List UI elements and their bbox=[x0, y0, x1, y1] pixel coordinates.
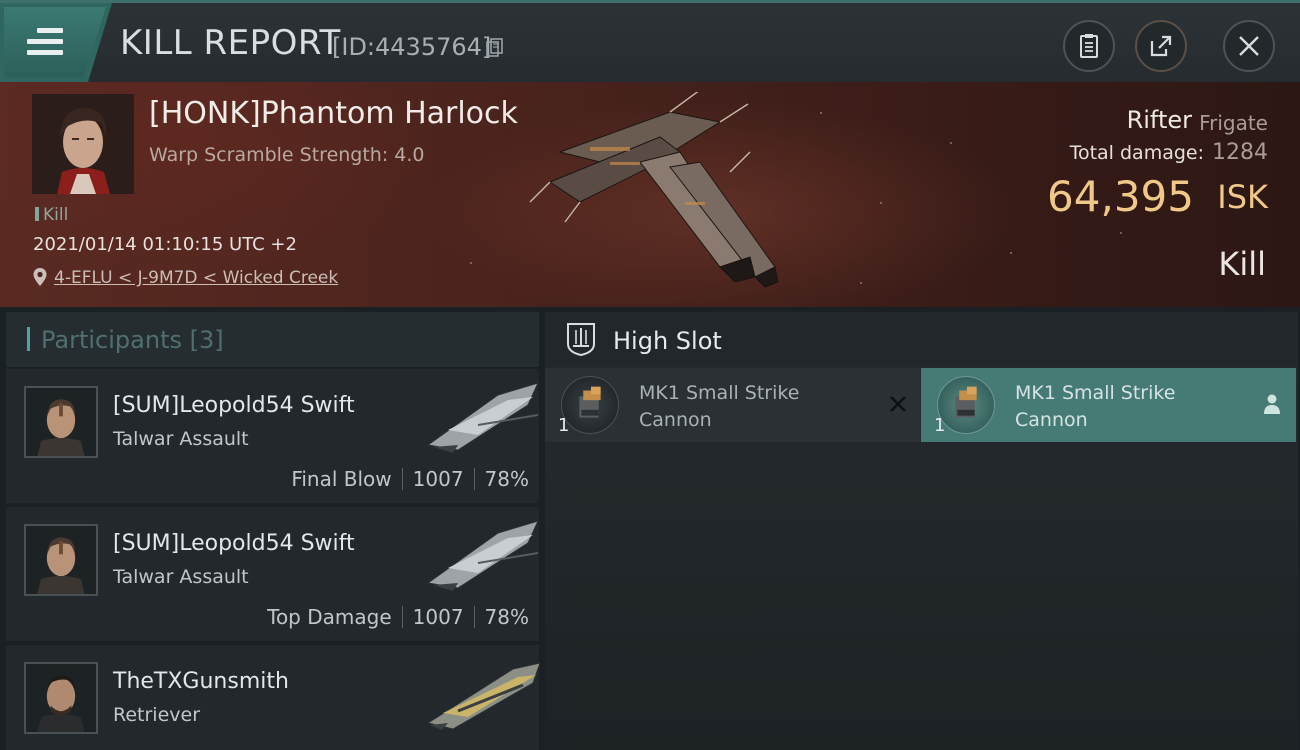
avatar[interactable] bbox=[24, 386, 98, 458]
participants-title: Participants [3] bbox=[41, 326, 224, 354]
participant-stats: Top Damage 1007 78% bbox=[267, 605, 529, 629]
location-pin-icon bbox=[33, 268, 47, 286]
participant-stats: Final Blow 1007 78% bbox=[291, 467, 529, 491]
menu-button[interactable] bbox=[0, 3, 112, 82]
report-id: [ID:4435764] bbox=[332, 33, 492, 61]
share-button[interactable] bbox=[1135, 20, 1187, 72]
high-slot-header: High Slot bbox=[545, 312, 1298, 367]
victim-ship-name: Rifter bbox=[1126, 106, 1192, 134]
page-title: KILL REPORT bbox=[120, 23, 341, 63]
participant-damage: 1007 bbox=[412, 467, 464, 491]
victim-ship-image[interactable] bbox=[520, 92, 790, 292]
participant-ship-image[interactable] bbox=[418, 513, 543, 593]
high-slot-icon bbox=[567, 323, 595, 356]
participant-name[interactable]: [SUM]Leopold54 Swift bbox=[113, 531, 355, 556]
module-item-destroyed[interactable]: 1 MK1 Small Strike Cannon bbox=[545, 368, 920, 442]
result-label: Kill bbox=[1218, 245, 1266, 283]
copy-icon[interactable] bbox=[486, 38, 504, 58]
victim-banner: [HONK]Phantom Harlock Warp Scramble Stre… bbox=[0, 82, 1300, 307]
module-item-dropped[interactable]: 1 MK1 Small Strike Cannon bbox=[921, 368, 1296, 442]
kill-datetime: 2021/01/14 01:10:15 UTC +2 bbox=[33, 234, 297, 255]
menu-icon bbox=[27, 28, 63, 56]
module-quantity: 1 bbox=[934, 415, 946, 436]
module-name: MK1 Small Strike Cannon bbox=[1015, 382, 1176, 431]
module-icon bbox=[561, 376, 619, 434]
total-damage-label: Total damage: bbox=[1069, 142, 1204, 164]
share-icon bbox=[1150, 35, 1172, 57]
clipboard-icon bbox=[1080, 34, 1098, 58]
victim-ship-class: Frigate bbox=[1199, 111, 1268, 135]
participant-percent: 78% bbox=[484, 467, 529, 491]
clipboard-button[interactable] bbox=[1063, 20, 1115, 72]
location-link[interactable]: 4-EFLU < J-9M7D < Wicked Creek bbox=[54, 268, 338, 288]
participant-ship: Talwar Assault bbox=[113, 566, 249, 588]
kill-tag: Kill bbox=[35, 205, 68, 225]
participant-ship: Talwar Assault bbox=[113, 428, 249, 450]
close-icon bbox=[1239, 36, 1259, 56]
participant-ship: Retriever bbox=[113, 704, 201, 726]
victim-name[interactable]: [HONK]Phantom Harlock bbox=[149, 96, 518, 131]
participant-name[interactable]: [SUM]Leopold54 Swift bbox=[113, 393, 355, 418]
warp-scramble-strength: Warp Scramble Strength: 4.0 bbox=[149, 144, 425, 166]
victim-portrait[interactable] bbox=[32, 94, 134, 194]
participant-percent: 78% bbox=[484, 605, 529, 629]
module-name: MK1 Small Strike Cannon bbox=[639, 382, 800, 431]
module-quantity: 1 bbox=[558, 415, 570, 436]
participant-tag: Final Blow bbox=[291, 467, 392, 491]
participant-row[interactable]: [SUM]Leopold54 Swift Talwar Assault Fina… bbox=[6, 369, 539, 503]
isk-unit: ISK bbox=[1217, 178, 1268, 216]
total-damage-value: 1284 bbox=[1212, 140, 1268, 165]
participant-tag: Top Damage bbox=[267, 605, 392, 629]
isk-value: 64,395 bbox=[1047, 172, 1194, 221]
participant-ship-image[interactable] bbox=[418, 651, 543, 731]
person-icon bbox=[1264, 394, 1280, 414]
header-bar: KILL REPORT [ID:4435764] bbox=[0, 0, 1300, 82]
avatar[interactable] bbox=[24, 662, 98, 734]
participant-row[interactable]: TheTXGunsmith Retriever bbox=[6, 645, 541, 750]
participant-damage: 1007 bbox=[412, 605, 464, 629]
avatar[interactable] bbox=[24, 524, 98, 596]
module-icon bbox=[937, 376, 995, 434]
destroyed-x-icon bbox=[890, 396, 906, 412]
close-button[interactable] bbox=[1223, 20, 1275, 72]
participant-row[interactable]: [SUM]Leopold54 Swift Talwar Assault Top … bbox=[6, 507, 539, 641]
participant-name[interactable]: TheTXGunsmith bbox=[113, 669, 289, 694]
high-slot-title: High Slot bbox=[613, 327, 722, 355]
participants-header: Participants [3] bbox=[6, 312, 539, 367]
participant-ship-image[interactable] bbox=[418, 375, 543, 455]
